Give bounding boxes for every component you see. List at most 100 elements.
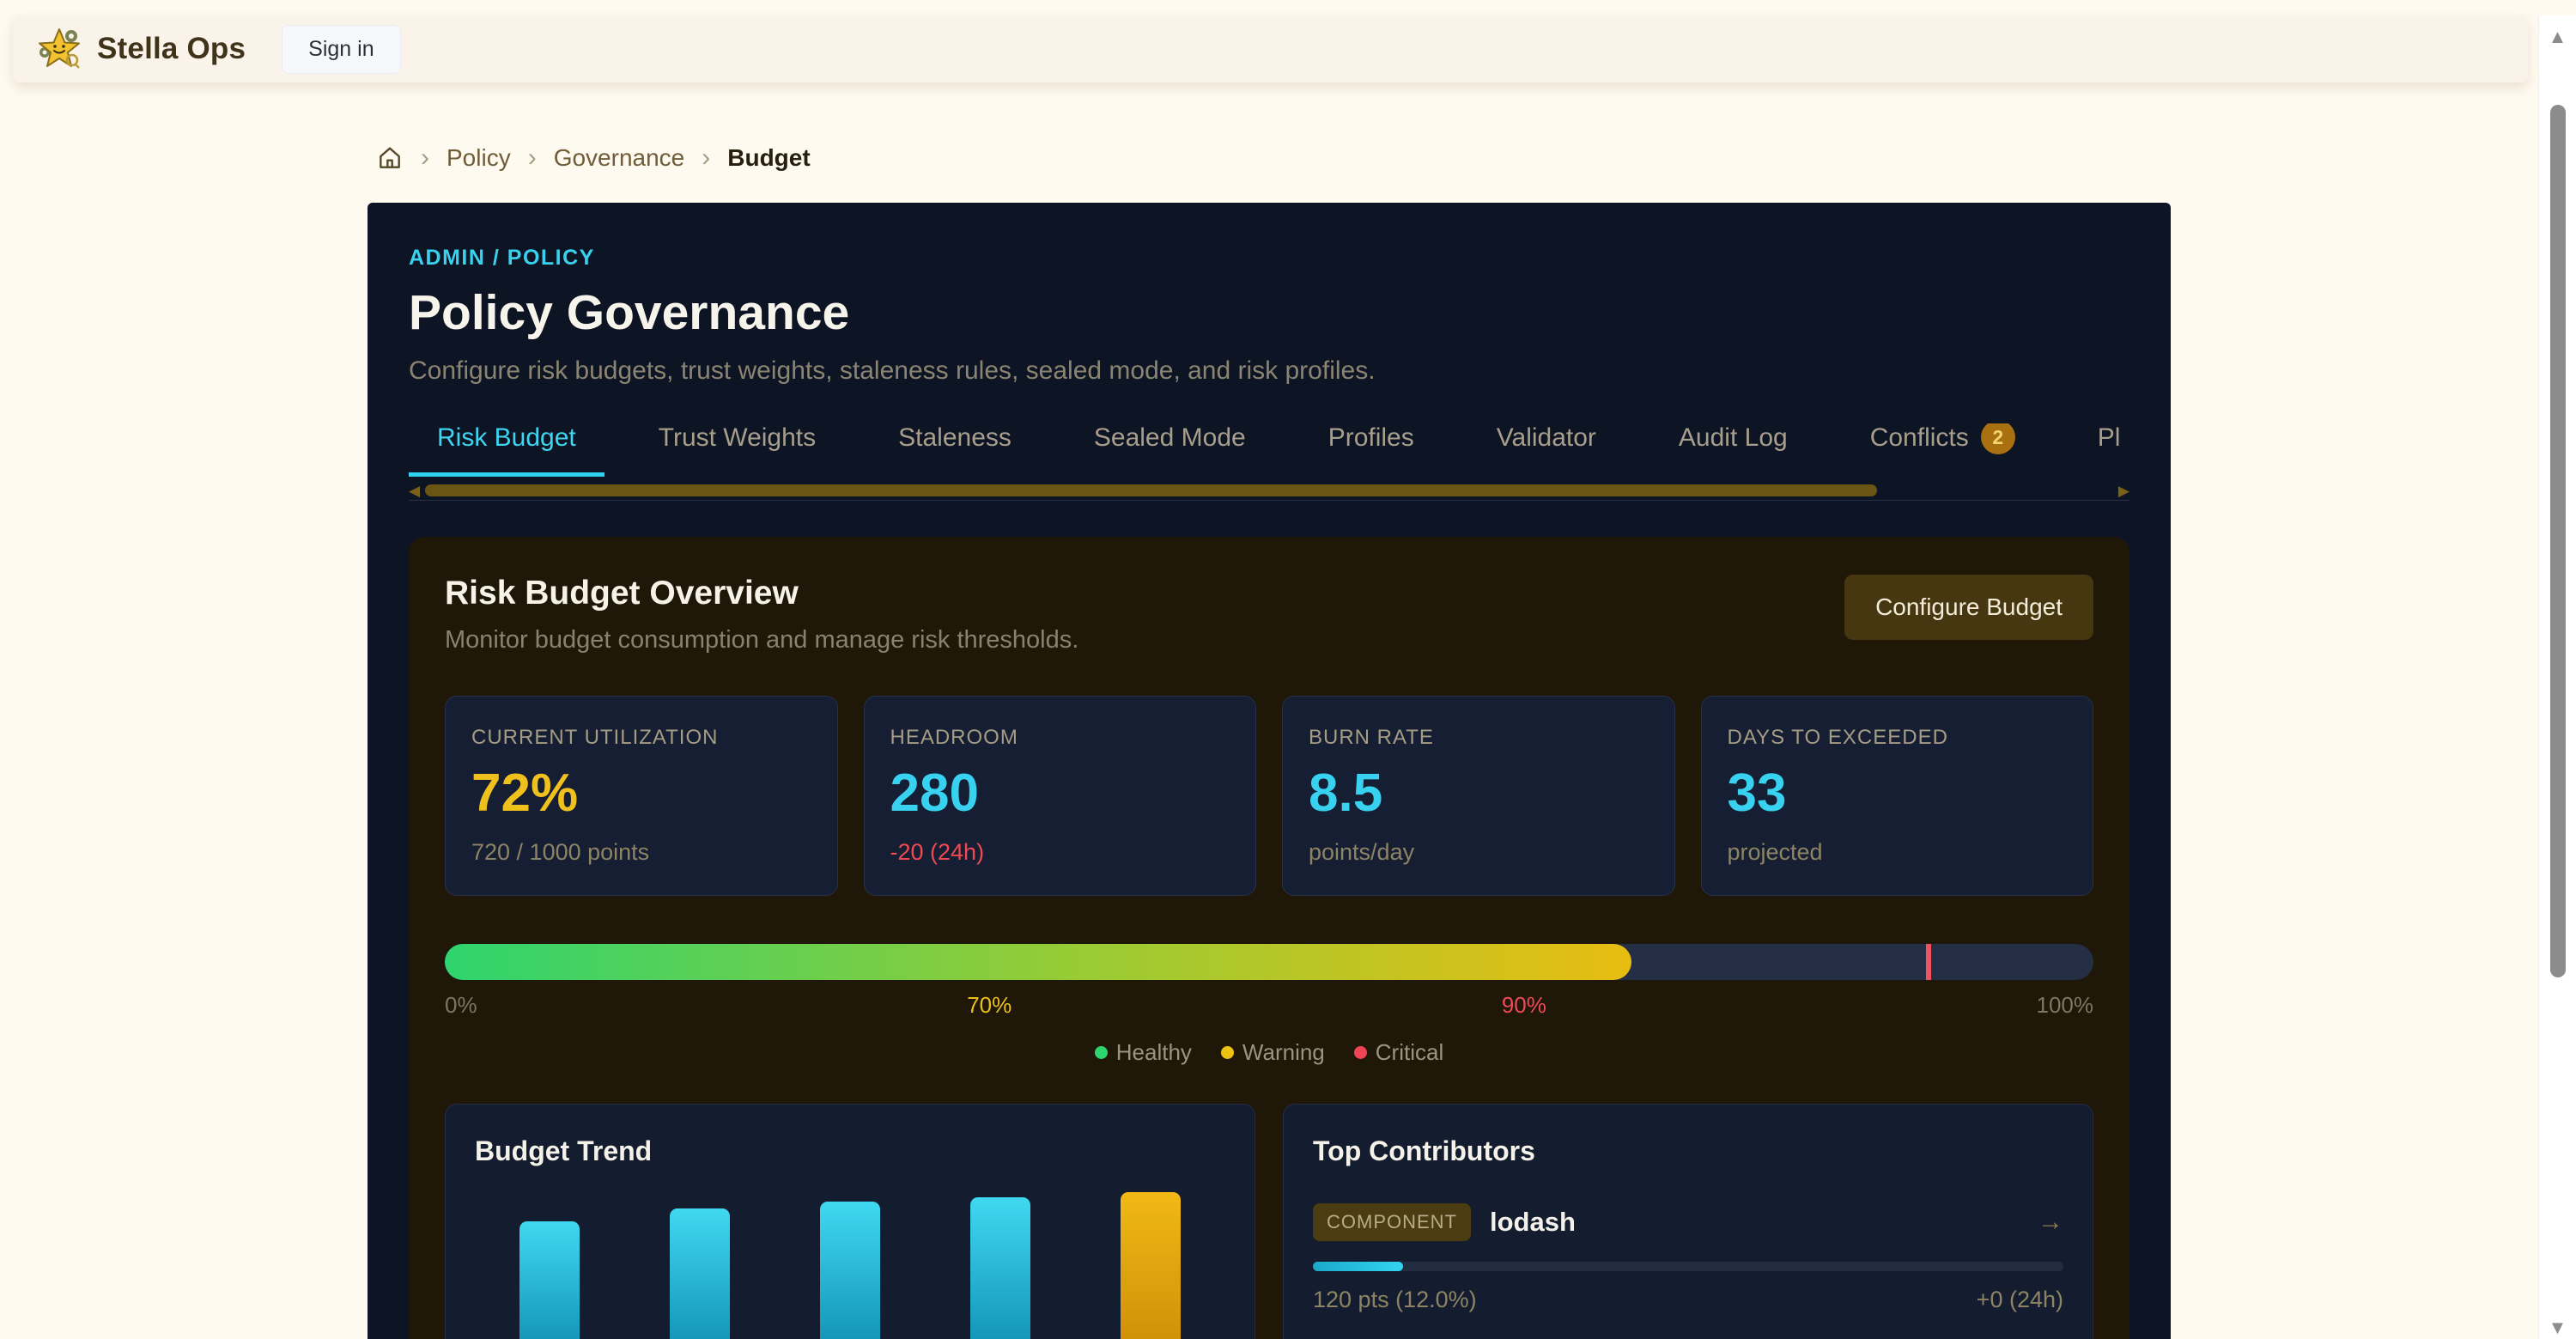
stat-value: 8.5 <box>1309 767 1649 820</box>
tab-validator[interactable]: Validator <box>1468 423 1625 477</box>
tab-label: Conflicts <box>1870 423 1969 453</box>
stat-sub: 720 / 1000 points <box>471 839 811 866</box>
chart-bar-group: 12/15 <box>775 1202 926 1339</box>
tab-label: Profiles <box>1328 423 1414 453</box>
chart-bar <box>1121 1192 1181 1339</box>
breadcrumb-item-governance[interactable]: Governance <box>554 144 685 172</box>
chart-bar <box>820 1202 880 1339</box>
tab-trust-weights[interactable]: Trust Weights <box>630 423 844 477</box>
threshold-label: 100% <box>2037 992 2094 1019</box>
page-scrollbar-thumb[interactable] <box>2550 105 2566 977</box>
contributor-delta: +0 (24h) <box>1977 1287 2063 1313</box>
tab-conflicts[interactable]: Conflicts 2 <box>1842 423 2044 477</box>
tab-risk-budget[interactable]: Risk Budget <box>409 423 605 477</box>
threshold-label: 90% <box>1502 992 1546 1019</box>
contributor-name: lodash <box>1490 1207 2019 1238</box>
legend-dot-icon <box>1221 1046 1234 1059</box>
sign-in-button[interactable]: Sign in <box>282 25 400 74</box>
contributor-points: 120 pts (12.0%) <box>1313 1287 1477 1313</box>
section-eyebrow: ADMIN / POLICY <box>409 246 2129 271</box>
tab-profiles[interactable]: Profiles <box>1300 423 1443 477</box>
stat-label: DAYS TO EXCEEDED <box>1728 726 2068 750</box>
tabs-scrollbar-track[interactable] <box>425 484 2113 496</box>
contributor-row: COMPONENT lodash → 120 pts (12.0%) +0 (24h) <box>1313 1203 2063 1339</box>
breadcrumb-item-budget: Budget <box>727 144 810 172</box>
chevron-right-icon: › <box>421 145 429 171</box>
legend-label: Warning <box>1242 1039 1325 1066</box>
stat-sub: points/day <box>1309 839 1649 866</box>
page-title: Policy Governance <box>409 284 2129 341</box>
scroll-right-icon[interactable]: ▶ <box>2118 484 2129 498</box>
breadcrumb-item-policy[interactable]: Policy <box>447 144 511 172</box>
legend-label: Healthy <box>1116 1039 1192 1066</box>
legend-dot-icon <box>1354 1046 1367 1059</box>
tab-bar: Risk Budget Trust Weights Staleness Sealed … <box>409 423 2129 477</box>
stat-card-headroom: HEADROOM280-20 (24h) <box>864 696 1257 896</box>
tab-sealed-mode[interactable]: Sealed Mode <box>1066 423 1274 477</box>
tab-label: Validator <box>1497 423 1596 453</box>
breadcrumb: › Policy › Governance › Budget <box>368 144 2171 172</box>
tab-label: Trust Weights <box>659 423 816 453</box>
tabs-divider <box>409 500 2129 501</box>
stat-card-days-to-exceeded: DAYS TO EXCEEDED33projected <box>1701 696 2094 896</box>
tab-label: Sealed Mode <box>1094 423 1246 453</box>
stat-card-burn-rate: BURN RATE 8.5 points/day <box>1282 696 1675 896</box>
policy-governance-panel: ADMIN / POLICY Policy Governance Configu… <box>368 203 2171 1339</box>
tab-label: Audit Log <box>1679 423 1788 453</box>
tab-badge: 2 <box>1981 423 2015 454</box>
budget-trend-chart: 12/112/812/1512/2212/29 <box>475 1178 1225 1339</box>
tab-label: Risk Budget <box>437 423 576 453</box>
stats-row: CURRENT UTILIZATION72%720 / 1000 pointsH… <box>445 696 2093 896</box>
configure-budget-button[interactable]: Configure Budget <box>1844 575 2093 640</box>
tab-audit-log[interactable]: Audit Log <box>1650 423 1816 477</box>
tabs-scrollbar-thumb[interactable] <box>425 484 1877 496</box>
tab-pl[interactable]: Pl <box>2069 423 2129 477</box>
chart-bar <box>670 1208 730 1339</box>
risk-budget-overview-card: Risk Budget Overview Monitor budget cons… <box>409 537 2129 1339</box>
stat-label: HEADROOM <box>890 726 1230 750</box>
chart-bar-group: 12/22 <box>925 1197 1075 1339</box>
contributor-progress-track <box>1313 1262 2063 1271</box>
overview-title: Risk Budget Overview <box>445 575 1078 612</box>
threshold-label: 0% <box>445 992 477 1019</box>
scroll-up-icon[interactable]: ▲ <box>2549 15 2567 58</box>
legend-dot-icon <box>1095 1046 1108 1059</box>
stat-label: BURN RATE <box>1309 726 1649 750</box>
scroll-left-icon[interactable]: ◀ <box>409 484 420 498</box>
page-scrollbar[interactable]: ▲ ▼ <box>2538 15 2576 1339</box>
budget-trend-panel: Budget Trend 12/112/812/1512/2212/29 <box>445 1104 1255 1339</box>
contributor-type-badge: COMPONENT <box>1313 1203 1471 1241</box>
chart-bar <box>519 1221 580 1339</box>
tab-label: Pl <box>2098 423 2121 453</box>
brand[interactable]: Stella Ops <box>37 27 246 71</box>
overview-subtitle: Monitor budget consumption and manage ri… <box>445 626 1078 654</box>
page-subtitle: Configure risk budgets, trust weights, s… <box>409 356 2129 386</box>
chart-bar <box>970 1197 1030 1339</box>
chevron-right-icon: › <box>702 145 710 171</box>
legend-critical: Critical <box>1354 1039 1443 1066</box>
tab-staleness[interactable]: Staleness <box>870 423 1040 477</box>
stat-card-current-utilization: CURRENT UTILIZATION72%720 / 1000 points <box>445 696 838 896</box>
top-contributors-title: Top Contributors <box>1313 1135 2063 1167</box>
stat-sub: -20 (24h) <box>890 839 1230 866</box>
home-icon[interactable] <box>376 144 404 172</box>
contributor-progress-fill <box>1313 1262 1403 1271</box>
threshold-label: 70% <box>967 992 1012 1019</box>
scroll-down-icon[interactable]: ▼ <box>2549 1306 2567 1339</box>
stat-label: CURRENT UTILIZATION <box>471 726 811 750</box>
tab-label: Staleness <box>898 423 1012 453</box>
arrow-right-icon[interactable]: → <box>2038 1208 2063 1237</box>
chevron-right-icon: › <box>528 145 537 171</box>
legend-label: Critical <box>1376 1039 1443 1066</box>
utilization-legend: Healthy Warning Critical <box>445 1039 2093 1066</box>
top-contributors-panel: Top Contributors COMPONENT lodash → 120 pts… <box>1283 1104 2093 1339</box>
page: Stella Ops Sign in › Policy › Governance › Bu… <box>0 15 2538 1339</box>
chart-bar-group: 12/1 <box>475 1221 625 1339</box>
utilization-bar <box>445 944 2093 980</box>
topbar: Stella Ops Sign in <box>13 15 2528 82</box>
stat-value: 33 <box>1728 767 2068 820</box>
brand-title: Stella Ops <box>97 32 246 66</box>
tabs-scrollbar[interactable]: ◀ ▶ <box>409 484 2129 497</box>
utilization-fill <box>445 944 1631 980</box>
star-mascot-logo-icon <box>37 27 82 71</box>
